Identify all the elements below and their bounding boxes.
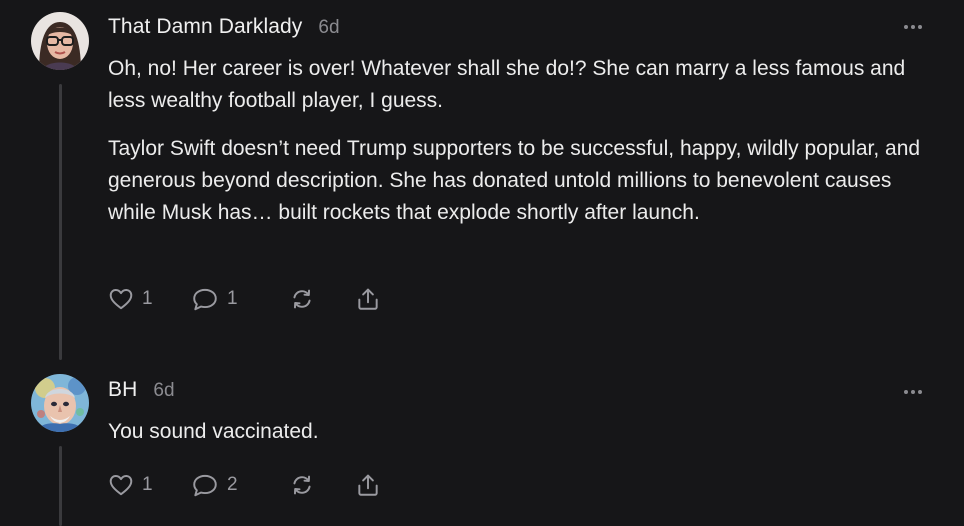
thread-line: [59, 84, 62, 360]
timestamp[interactable]: 6d: [153, 380, 174, 402]
woman-with-glasses-avatar-icon: [31, 12, 89, 70]
like-count: 1: [142, 288, 153, 309]
avatar[interactable]: [31, 12, 89, 70]
like-button[interactable]: 1: [108, 472, 191, 498]
share-button[interactable]: [355, 286, 381, 312]
reply-button[interactable]: 2: [191, 472, 289, 498]
heart-icon: [109, 289, 133, 310]
share-button[interactable]: [355, 472, 381, 498]
author-name[interactable]: BH: [108, 378, 137, 402]
restack-button[interactable]: [289, 472, 355, 498]
comment-paragraph: You sound vaccinated.: [108, 420, 319, 443]
comment-actions: 1 2: [108, 472, 381, 498]
more-options-icon[interactable]: [904, 25, 922, 29]
restack-icon: [293, 475, 311, 495]
comment-header: BH 6d: [108, 378, 175, 402]
more-options-icon[interactable]: [904, 390, 922, 394]
comment-icon: [193, 288, 217, 311]
heart-icon: [109, 475, 133, 496]
comment-actions: 1 1: [108, 286, 381, 312]
reply-button[interactable]: 1: [191, 286, 289, 312]
comment-paragraph: Oh, no! Her career is over! Whatever sha…: [108, 57, 906, 112]
restack-icon: [293, 289, 311, 309]
thread-line: [59, 446, 62, 526]
reply-count: 1: [227, 288, 238, 309]
share-icon: [358, 288, 378, 310]
author-name[interactable]: That Damn Darklady: [108, 15, 302, 39]
like-count: 1: [142, 474, 153, 495]
like-button[interactable]: 1: [108, 286, 191, 312]
timestamp[interactable]: 6d: [318, 17, 339, 39]
comment-thread: That Damn Darklady 6d Oh, no! Her career…: [0, 0, 964, 526]
comment-icon: [193, 474, 217, 497]
reply-count: 2: [227, 474, 238, 495]
painted-face-avatar-icon: [31, 374, 89, 432]
comment-paragraph: Taylor Swift doesn’t need Trump supporte…: [108, 137, 921, 224]
comment-header: That Damn Darklady 6d: [108, 15, 340, 39]
avatar[interactable]: [31, 374, 89, 432]
share-icon: [358, 474, 378, 496]
restack-button[interactable]: [289, 286, 355, 312]
